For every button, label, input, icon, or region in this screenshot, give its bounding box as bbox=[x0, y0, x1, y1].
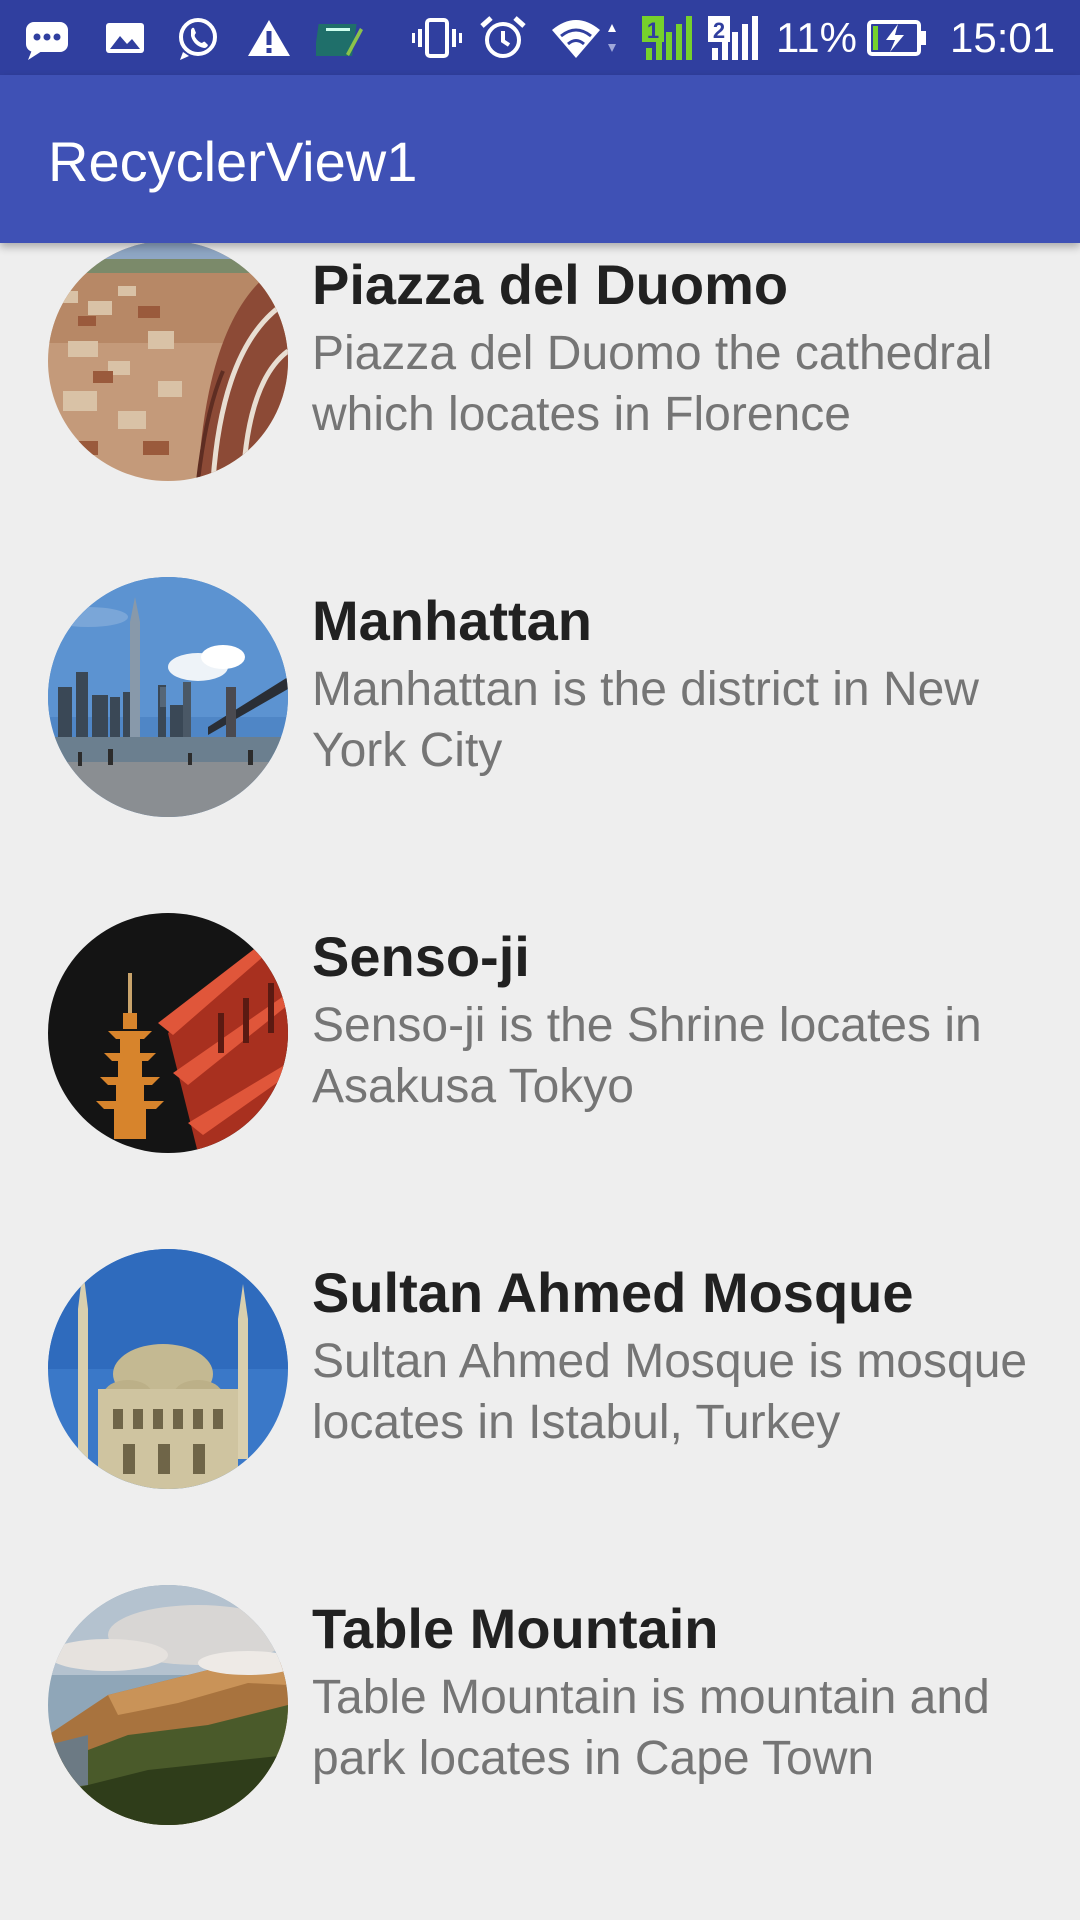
item-description: Sultan Ahmed Mosque is mosque locates in… bbox=[312, 1335, 1028, 1449]
battery-charging-icon bbox=[866, 14, 928, 62]
notebook-icon bbox=[316, 14, 366, 62]
sensoji-photo bbox=[48, 913, 288, 1153]
app-bar: RecyclerView1 bbox=[0, 75, 1080, 243]
status-clock: 15:01 bbox=[950, 14, 1056, 61]
list-item-table-mountain[interactable]: Table Mountain Table Mountain is mountai… bbox=[0, 1585, 1080, 1920]
vibrate-icon bbox=[412, 14, 462, 62]
item-description: Table Mountain is mountain and park loca… bbox=[312, 1671, 990, 1785]
item-description: Senso-ji is the Shrine locates in Asakus… bbox=[312, 999, 982, 1113]
wifi-icon bbox=[548, 14, 628, 62]
battery-percent: 11% bbox=[776, 14, 857, 61]
chat-bubble-icon bbox=[22, 14, 72, 62]
item-title: Senso-ji bbox=[312, 925, 530, 988]
app-screen: 1 2 11% 15:01 RecyclerView1 Piazza del D… bbox=[0, 0, 1080, 1920]
item-description: Piazza del Duomo the cathedral which loc… bbox=[312, 327, 993, 441]
list-item-piazza-del-duomo[interactable]: Piazza del Duomo Piazza del Duomo the ca… bbox=[0, 243, 1080, 577]
item-title: Sultan Ahmed Mosque bbox=[312, 1261, 914, 1324]
image-icon bbox=[100, 14, 150, 62]
signal-sim1-icon: 1 bbox=[642, 14, 700, 62]
mountain-photo bbox=[48, 1585, 288, 1825]
list-item-manhattan[interactable]: Manhattan Manhattan is the district in N… bbox=[0, 577, 1080, 913]
duomo-photo bbox=[48, 243, 288, 481]
alarm-icon bbox=[478, 14, 528, 62]
manhattan-photo bbox=[48, 577, 288, 817]
item-title: Table Mountain bbox=[312, 1597, 719, 1660]
sim1-label: 1 bbox=[647, 18, 659, 43]
item-title: Manhattan bbox=[312, 589, 592, 652]
item-description: Manhattan is the district in New York Ci… bbox=[312, 663, 979, 777]
list-item-senso-ji[interactable]: Senso-ji Senso-ji is the Shrine locates … bbox=[0, 913, 1080, 1249]
recycler-list[interactable]: Piazza del Duomo Piazza del Duomo the ca… bbox=[0, 243, 1080, 1920]
app-title: RecyclerView1 bbox=[48, 130, 418, 193]
signal-sim2-icon: 2 bbox=[708, 14, 766, 62]
status-bar: 1 2 11% 15:01 bbox=[0, 0, 1080, 75]
item-title: Piazza del Duomo bbox=[312, 253, 789, 316]
whatsapp-icon bbox=[172, 14, 222, 62]
warning-icon bbox=[244, 14, 294, 62]
list-item-sultan-ahmed-mosque[interactable]: Sultan Ahmed Mosque Sultan Ahmed Mosque … bbox=[0, 1249, 1080, 1585]
mosque-photo bbox=[48, 1249, 288, 1489]
sim2-label: 2 bbox=[713, 18, 725, 43]
